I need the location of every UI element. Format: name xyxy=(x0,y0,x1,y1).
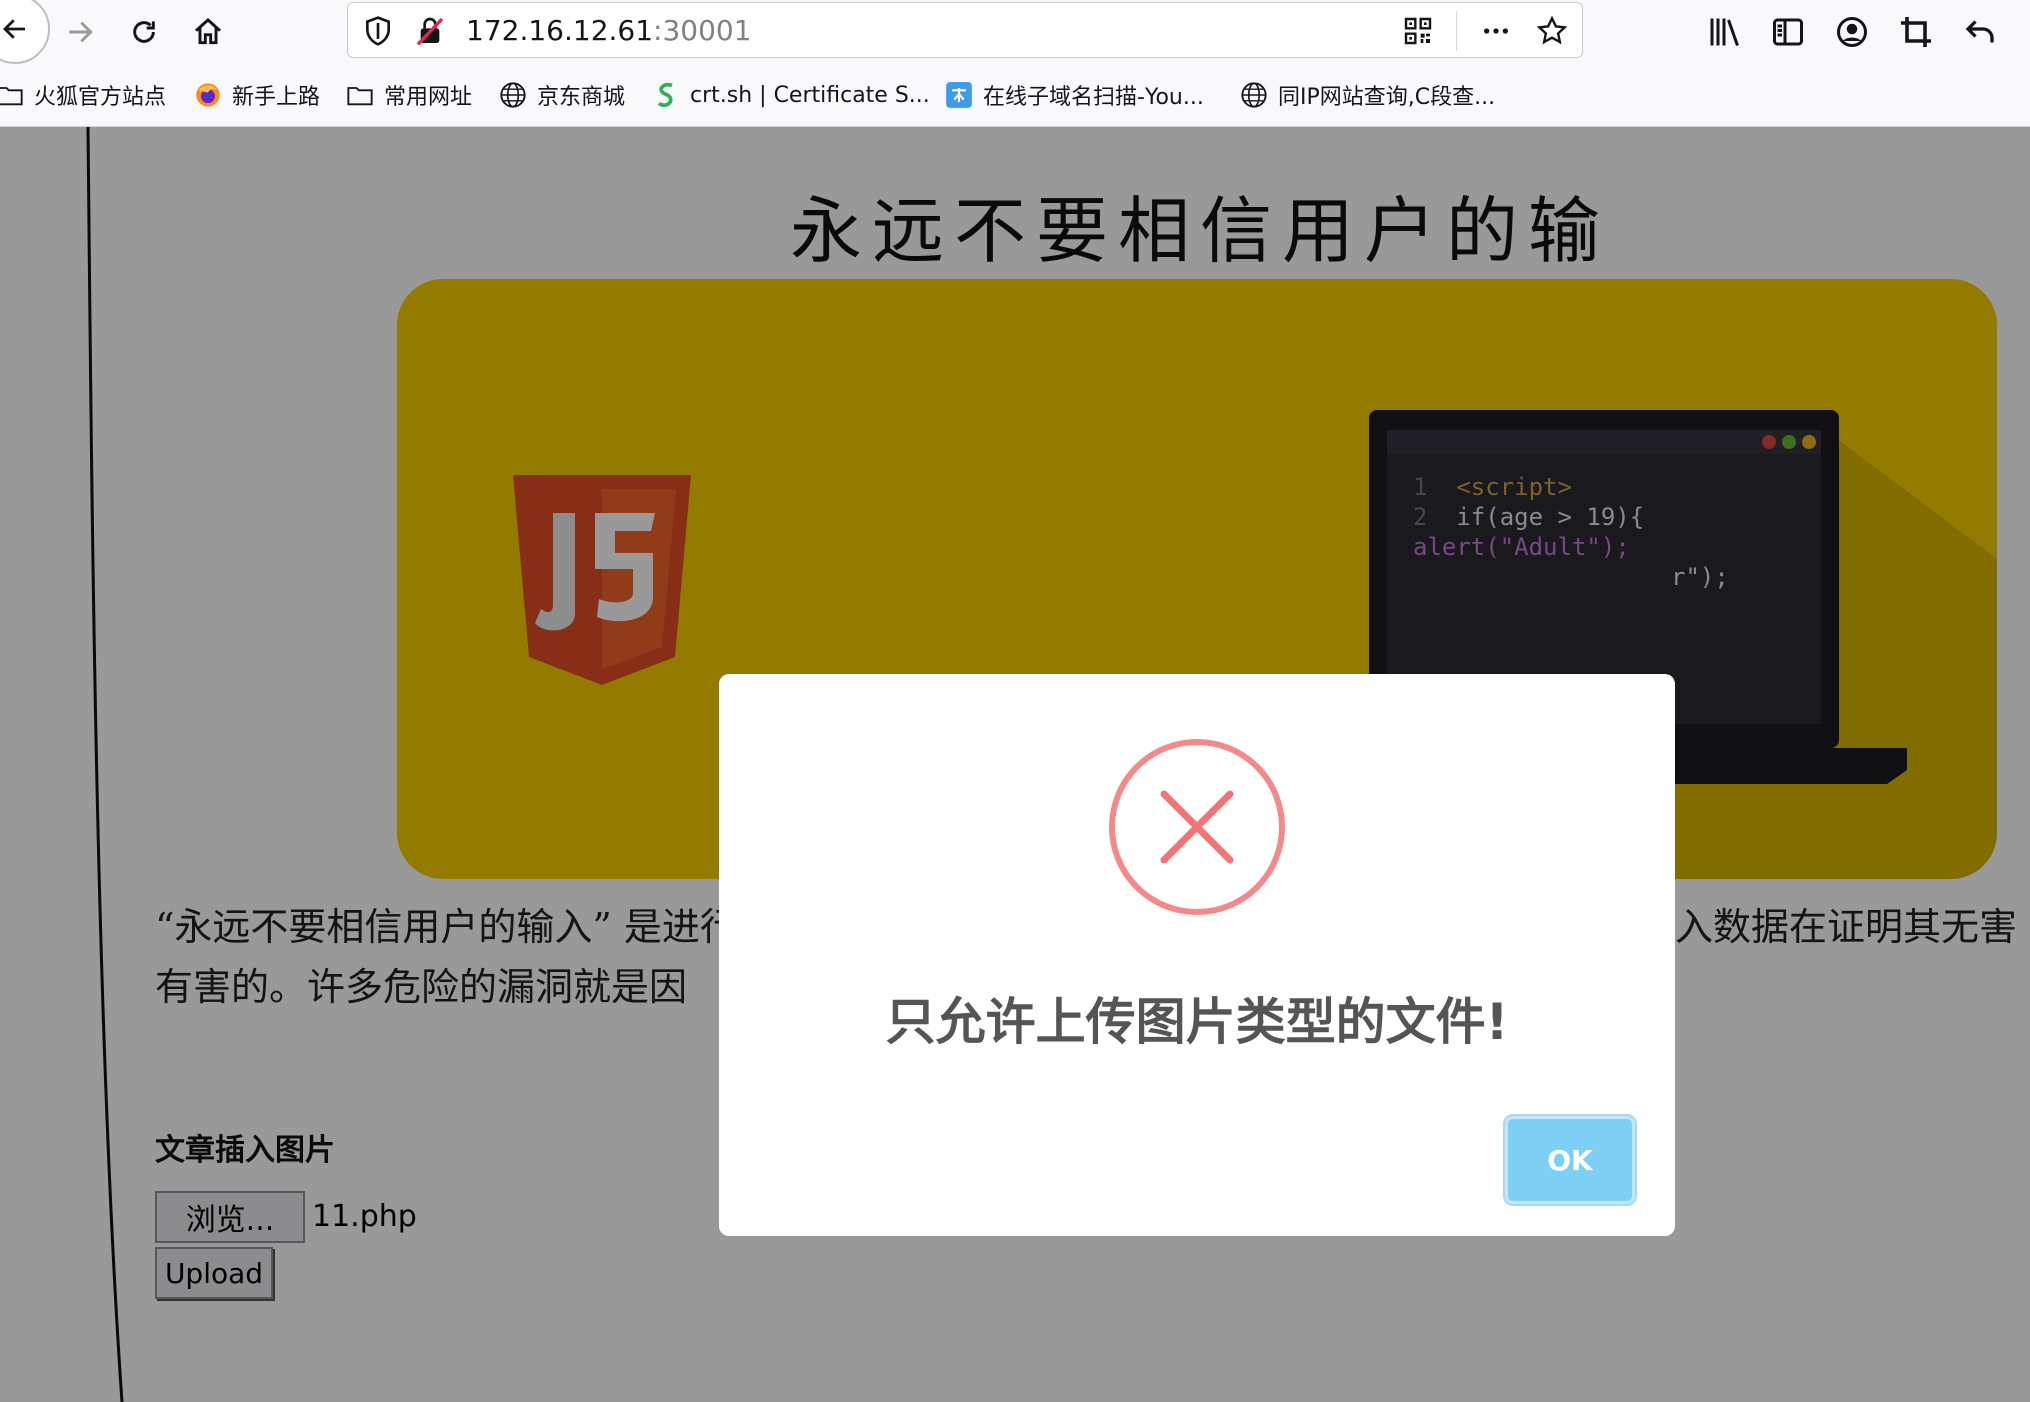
bookmark-label: 常用网址 xyxy=(384,85,473,110)
crtsh-icon xyxy=(657,82,673,107)
bookmark-item[interactable]: 同IP网站查询,C段查... xyxy=(1240,78,1495,112)
ok-button[interactable]: OK xyxy=(1503,1114,1637,1206)
bookmark-item[interactable]: 京东商城 xyxy=(499,78,625,112)
back-button[interactable] xyxy=(0,0,50,64)
firefox-icon xyxy=(196,83,220,107)
account-icon[interactable] xyxy=(1834,14,1870,50)
bookmark-label: 在线子域名扫描-You... xyxy=(983,85,1204,110)
reload-button[interactable] xyxy=(122,10,166,54)
sidebar-icon[interactable] xyxy=(1770,14,1806,50)
bookmark-item[interactable]: crt.sh | Certificate S... xyxy=(652,78,930,112)
bookmark-item[interactable]: 常用网址 xyxy=(346,78,472,112)
bookmark-star-icon[interactable] xyxy=(1536,15,1568,47)
browser-toolbar: 172.16.12.61:30001 xyxy=(0,0,2030,64)
bookmark-item[interactable]: 在线子域名扫描-You... xyxy=(945,78,1204,112)
bookmark-label: crt.sh | Certificate S... xyxy=(690,82,930,108)
undo-icon[interactable] xyxy=(1962,14,1998,50)
library-icon[interactable] xyxy=(1706,14,1742,50)
home-icon xyxy=(195,18,221,45)
forward-arrow-icon xyxy=(69,21,93,43)
bookmark-label: 同IP网站查询,C段查... xyxy=(1278,85,1496,110)
url-host: 172.16.12.61 xyxy=(466,14,654,47)
bookmark-item[interactable]: 火狐官方站点 xyxy=(0,78,166,112)
more-actions-icon[interactable] xyxy=(1480,15,1512,47)
qr-code-icon[interactable] xyxy=(1402,15,1434,47)
shield-icon[interactable] xyxy=(362,15,394,47)
folder-icon xyxy=(347,87,373,106)
bookmark-label: 新手上路 xyxy=(232,85,321,110)
screenshot-crop-icon[interactable] xyxy=(1898,14,1934,50)
url-port: :30001 xyxy=(653,14,752,47)
home-button[interactable] xyxy=(186,10,230,54)
bookmark-label: 京东商城 xyxy=(537,85,626,110)
url-text: 172.16.12.61:30001 xyxy=(466,14,752,47)
bookmarks-bar: 火狐官方站点 新手上路 常用网址 京东商城 crt.sh | Certifica… xyxy=(0,64,2030,127)
error-dialog: 只允许上传图片类型的文件! OK xyxy=(719,674,1675,1236)
bookmark-label: 火狐官方站点 xyxy=(34,85,167,110)
page-content: 永远不要相信用户的输入 1 <script> 2 if(age > 19){ a… xyxy=(0,127,2030,1402)
forward-button[interactable] xyxy=(58,10,102,54)
subdomain-icon xyxy=(946,82,972,108)
insecure-lock-icon[interactable] xyxy=(414,15,446,47)
url-separator xyxy=(1456,11,1457,51)
error-x-icon xyxy=(1109,739,1285,915)
globe-icon xyxy=(500,82,526,108)
bookmark-item[interactable]: 新手上路 xyxy=(194,78,320,112)
globe-icon xyxy=(1241,82,1267,108)
dialog-message: 只允许上传图片类型的文件! xyxy=(885,993,1509,1051)
reload-icon xyxy=(133,21,155,43)
folder-icon xyxy=(0,87,23,106)
url-bar[interactable]: 172.16.12.61:30001 xyxy=(347,2,1583,58)
back-arrow-icon xyxy=(3,19,25,39)
